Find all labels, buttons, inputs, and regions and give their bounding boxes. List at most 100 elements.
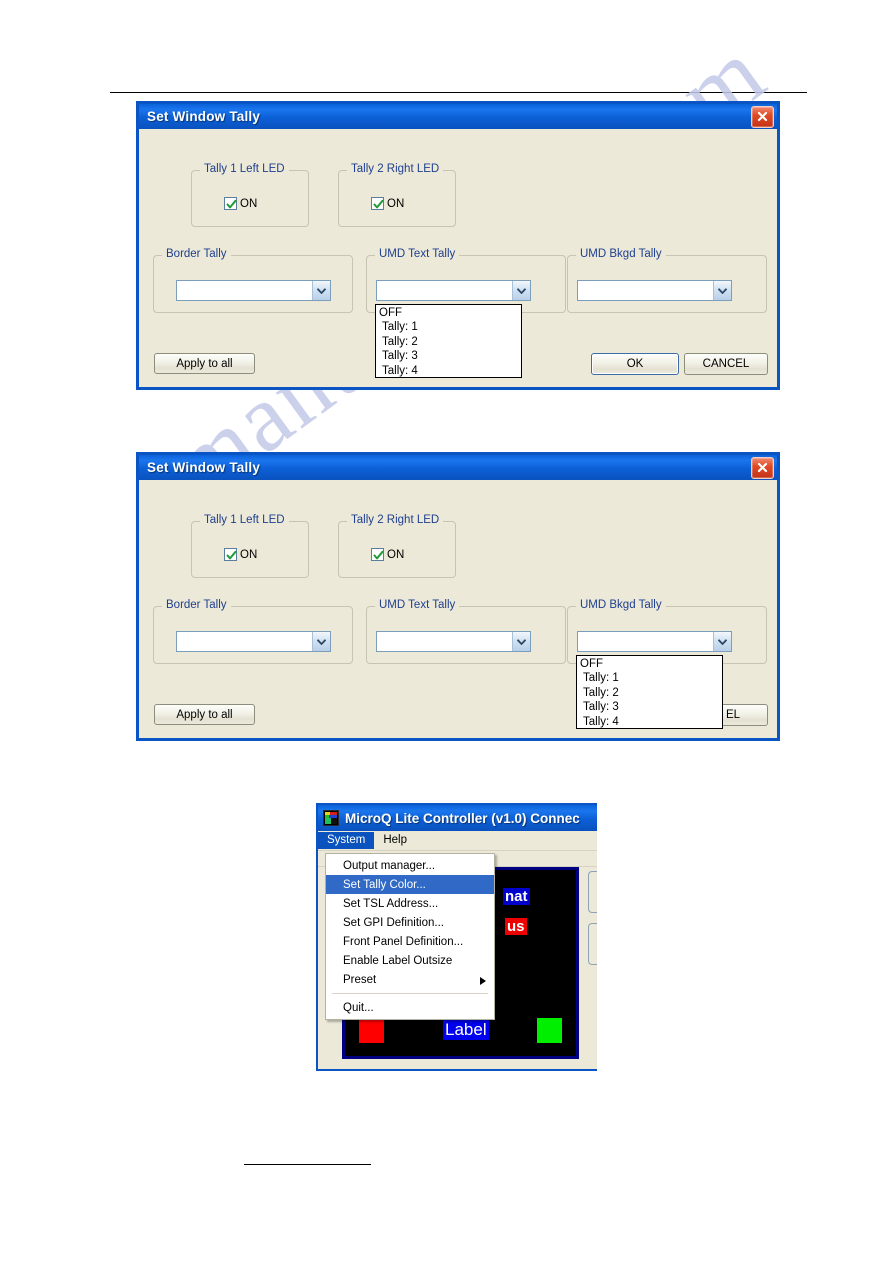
- tally-2-on-label: ON: [387, 197, 405, 210]
- preview-format-text: nat: [503, 888, 530, 905]
- tally-1-on-checkbox[interactable]: [224, 197, 237, 210]
- tally-2-on-label: ON: [387, 548, 405, 561]
- group-border-tally: Border Tally: [153, 599, 353, 664]
- border-tally-value: [177, 632, 312, 651]
- dropdown-option[interactable]: OFF: [577, 657, 722, 671]
- page-rule-top: [110, 92, 807, 93]
- umd-bkgd-tally-combobox[interactable]: [577, 280, 732, 301]
- menu-separator: [332, 993, 488, 994]
- group-border-tally: Border Tally: [153, 248, 353, 313]
- group-tally-1-left-led-title: Tally 1 Left LED: [200, 514, 289, 526]
- group-tally-2-right-led: Tally 2 Right LED ON: [338, 514, 456, 578]
- group-border-tally-title: Border Tally: [162, 248, 231, 260]
- group-tally-2-right-led-title: Tally 2 Right LED: [347, 514, 444, 526]
- chevron-down-icon[interactable]: [312, 281, 330, 300]
- dropdown-option[interactable]: Tally: 1: [577, 671, 722, 685]
- group-tally-2-right-led: Tally 2 Right LED ON: [338, 163, 456, 227]
- chevron-down-icon[interactable]: [713, 632, 731, 651]
- group-border-tally-title: Border Tally: [162, 599, 231, 611]
- microq-app-icon: [323, 810, 339, 826]
- group-umd-text-tally: UMD Text Tally: [366, 599, 566, 664]
- group-tally-1-left-led: Tally 1 Left LED ON: [191, 163, 309, 227]
- umd-text-tally-value: [377, 632, 512, 651]
- tally-1-on-label: ON: [240, 548, 258, 561]
- menu-item-front-panel-definition[interactable]: Front Panel Definition...: [326, 932, 494, 951]
- edge-panel-top[interactable]: [588, 871, 597, 913]
- border-tally-combobox[interactable]: [176, 631, 331, 652]
- app-title: MicroQ Lite Controller (v1.0) Connec: [345, 810, 580, 826]
- border-tally-combobox[interactable]: [176, 280, 331, 301]
- menu-item-preset-label: Preset: [343, 973, 377, 986]
- group-tally-2-right-led-title: Tally 2 Right LED: [347, 163, 444, 175]
- set-window-tally-dialog-1: Set Window Tally Tally 1 Left LED ON Tal…: [136, 101, 780, 390]
- dialog-1-title: Set Window Tally: [147, 109, 261, 124]
- menu-item-output-manager[interactable]: Output manager...: [326, 856, 494, 875]
- menu-item-preset[interactable]: Preset: [326, 970, 494, 989]
- dropdown-option[interactable]: Tally: 3: [376, 349, 521, 363]
- umd-text-tally-value: [377, 281, 512, 300]
- chevron-down-icon[interactable]: [312, 632, 330, 651]
- menu-item-quit[interactable]: Quit...: [326, 998, 494, 1017]
- group-umd-bkgd-tally-title: UMD Bkgd Tally: [576, 599, 666, 611]
- dialog-2-titlebar[interactable]: Set Window Tally: [139, 455, 777, 480]
- tally-2-on-checkbox[interactable]: [371, 197, 384, 210]
- umd-text-tally-combobox[interactable]: [376, 280, 531, 301]
- dialog-1-titlebar[interactable]: Set Window Tally: [139, 104, 777, 129]
- umd-bkgd-tally-dropdown-list[interactable]: OFF Tally: 1 Tally: 2 Tally: 3 Tally: 4: [576, 655, 723, 729]
- system-dropdown-menu: Output manager... Set Tally Color... Set…: [325, 853, 495, 1020]
- cancel-button[interactable]: CANCEL: [684, 353, 768, 375]
- dropdown-option[interactable]: Tally: 3: [577, 700, 722, 714]
- dropdown-option[interactable]: OFF: [376, 306, 521, 320]
- chevron-down-icon[interactable]: [713, 281, 731, 300]
- dropdown-option[interactable]: Tally: 4: [577, 715, 722, 729]
- dropdown-option[interactable]: Tally: 2: [577, 686, 722, 700]
- preview-label-text: Label: [443, 1020, 489, 1040]
- dropdown-option[interactable]: Tally: 2: [376, 335, 521, 349]
- dropdown-option[interactable]: Tally: 4: [376, 364, 521, 378]
- close-icon[interactable]: [751, 457, 774, 479]
- submenu-arrow-icon: [480, 976, 486, 988]
- preview-right-tally-swatch: [537, 1018, 562, 1043]
- umd-bkgd-tally-value: [578, 281, 713, 300]
- tally-2-on-checkbox-row[interactable]: ON: [371, 548, 404, 561]
- dialog-2-body: Tally 1 Left LED ON Tally 2 Right LED ON…: [139, 480, 777, 738]
- tally-2-on-checkbox[interactable]: [371, 548, 384, 561]
- apply-to-all-button[interactable]: Apply to all: [154, 353, 255, 374]
- menu-item-set-gpi-definition[interactable]: Set GPI Definition...: [326, 913, 494, 932]
- dialog-1-body: Tally 1 Left LED ON Tally 2 Right LED ON…: [139, 129, 777, 387]
- menubar-item-help[interactable]: Help: [374, 832, 416, 849]
- dropdown-option[interactable]: Tally: 1: [376, 320, 521, 334]
- menu-item-set-tally-color[interactable]: Set Tally Color...: [326, 875, 494, 894]
- border-tally-value: [177, 281, 312, 300]
- group-umd-text-tally-title: UMD Text Tally: [375, 248, 460, 260]
- umd-text-tally-dropdown-list[interactable]: OFF Tally: 1 Tally: 2 Tally: 3 Tally: 4: [375, 304, 522, 378]
- group-umd-bkgd-tally: UMD Bkgd Tally: [567, 248, 767, 313]
- tally-1-on-label: ON: [240, 197, 258, 210]
- umd-bkgd-tally-value: [578, 632, 713, 651]
- menu-item-enable-label-outsize[interactable]: Enable Label Outsize: [326, 951, 494, 970]
- preview-left-tally-swatch: [359, 1018, 384, 1043]
- tally-1-on-checkbox-row[interactable]: ON: [224, 548, 257, 561]
- tally-1-on-checkbox-row[interactable]: ON: [224, 197, 257, 210]
- dialog-2-title: Set Window Tally: [147, 460, 261, 475]
- preview-status-text: us: [505, 918, 527, 935]
- app-menubar: System Help: [318, 831, 597, 851]
- edge-panel-bottom[interactable]: [588, 923, 597, 965]
- cancel-button-partial[interactable]: EL: [719, 704, 768, 726]
- menu-item-set-tsl-address[interactable]: Set TSL Address...: [326, 894, 494, 913]
- umd-bkgd-tally-combobox[interactable]: [577, 631, 732, 652]
- ok-button[interactable]: OK: [591, 353, 679, 375]
- group-umd-bkgd-tally-title: UMD Bkgd Tally: [576, 248, 666, 260]
- chevron-down-icon[interactable]: [512, 281, 530, 300]
- menubar-item-system[interactable]: System: [318, 832, 375, 849]
- group-tally-1-left-led: Tally 1 Left LED ON: [191, 514, 309, 578]
- app-titlebar[interactable]: MicroQ Lite Controller (v1.0) Connec: [318, 805, 597, 831]
- close-icon[interactable]: [751, 106, 774, 128]
- chevron-down-icon[interactable]: [512, 632, 530, 651]
- apply-to-all-button[interactable]: Apply to all: [154, 704, 255, 725]
- tally-2-on-checkbox-row[interactable]: ON: [371, 197, 404, 210]
- tally-1-on-checkbox[interactable]: [224, 548, 237, 561]
- group-tally-1-left-led-title: Tally 1 Left LED: [200, 163, 289, 175]
- set-window-tally-dialog-2: Set Window Tally Tally 1 Left LED ON Tal…: [136, 452, 780, 741]
- umd-text-tally-combobox[interactable]: [376, 631, 531, 652]
